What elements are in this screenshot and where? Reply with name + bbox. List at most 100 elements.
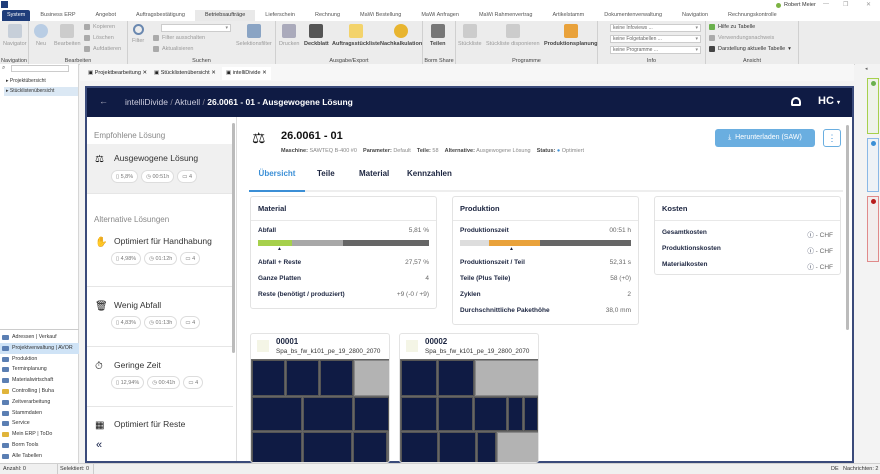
back-arrow-icon[interactable]: ←	[99, 96, 108, 106]
nav-produktion[interactable]: Produktion	[0, 354, 79, 365]
status-panel-green[interactable]	[867, 78, 879, 134]
close-icon[interactable]: ✕	[211, 70, 216, 76]
verwendungsnachweis-button[interactable]: Verwendungsnachweis	[709, 35, 774, 41]
user-name[interactable]: Robert Meier	[784, 2, 816, 8]
tree-item-stuecklistenuebersicht[interactable]: ▸ Stücklistenübersicht	[4, 87, 78, 96]
download-button[interactable]: ⤓ Herunterladen (SAW)	[715, 129, 815, 147]
folgetabellen-select[interactable]: keine Folgetabellen ...	[610, 35, 701, 43]
nav-materialwirtschaft[interactable]: Materialwirtschaft	[0, 375, 79, 386]
part[interactable]	[286, 360, 319, 396]
dashboard-icon[interactable]	[791, 97, 801, 106]
collapse-arrow-icon[interactable]: ◂	[865, 66, 868, 72]
tree-search-input[interactable]	[11, 65, 69, 72]
part[interactable]	[401, 360, 437, 396]
nav-projektverwaltung[interactable]: Projektverwaltung | AVOR	[0, 342, 79, 354]
part[interactable]	[524, 397, 538, 431]
tab-navigation[interactable]: Navigation	[672, 10, 718, 21]
breadcrumb-aktuell[interactable]: Aktuell	[175, 97, 201, 107]
part[interactable]	[438, 360, 474, 396]
tab-system[interactable]: System	[2, 10, 31, 21]
part[interactable]	[252, 432, 302, 462]
hilfe-zu-tabelle-button[interactable]: Hilfe zu Tabelle	[709, 24, 755, 30]
part[interactable]	[438, 397, 473, 431]
tab-uebersicht[interactable]: Übersicht	[249, 169, 305, 192]
tab-mawi-rahmenvertrag[interactable]: MaWi Rahmenvertrag	[469, 10, 543, 21]
part[interactable]	[401, 397, 437, 431]
nav-controlling[interactable]: Controlling | Buha	[0, 386, 79, 397]
tab-rechnungskontrolle[interactable]: Rechnungskontrolle	[718, 10, 787, 21]
offcut[interactable]	[497, 432, 538, 462]
nav-stammdaten[interactable]: Stammdaten	[0, 408, 79, 419]
teilen-button[interactable]: Teilen	[430, 24, 446, 47]
part[interactable]	[252, 360, 285, 396]
auftragsstueckliste-button[interactable]: Auftragsstückliste	[332, 24, 380, 47]
cutting-plan-card[interactable]: 00002 Spa_bs_fw_k101_pe_19_2800_2070	[399, 333, 539, 463]
infoviews-select[interactable]: keine Infoviews ...	[610, 24, 701, 32]
tab-auftragsbestaetigung[interactable]: Auftragsbestätigung	[126, 10, 195, 21]
info-icon[interactable]: ⓘ	[807, 264, 814, 271]
language-label[interactable]: DE	[831, 466, 839, 472]
tab-material[interactable]: Material	[359, 169, 389, 178]
more-options-button[interactable]: ⋮	[823, 129, 841, 147]
tab-betriebsauftraege[interactable]: Betriebsaufträge	[194, 10, 256, 21]
solution-ausgewogen[interactable]: ⚖ Ausgewogene Lösung ▯ 5,8% ◷ 00:51h ▭ 4	[87, 144, 233, 194]
part[interactable]	[474, 397, 507, 431]
info-icon[interactable]: ⓘ	[807, 248, 814, 255]
filter-button[interactable]: Filter	[132, 24, 144, 44]
stueckliste-button[interactable]: Stückliste	[458, 24, 482, 47]
collapse-icon[interactable]: «	[96, 439, 102, 451]
part[interactable]	[439, 432, 476, 462]
aktualisieren-button[interactable]: Aktualisieren	[153, 46, 194, 52]
close-button[interactable]: ✕	[866, 1, 871, 8]
filter-ausschalten-button[interactable]: Filter ausschalten	[153, 35, 205, 41]
close-icon[interactable]: ✕	[142, 70, 147, 76]
nav-borm-tools[interactable]: Borm Tools	[0, 440, 79, 451]
doc-tab-projektbearbeitung[interactable]: ▣ Projektbearbeitung ✕	[84, 67, 151, 80]
produktionsplanung-button[interactable]: Produktionsplanung	[544, 24, 597, 47]
solution-geringe-zeit[interactable]: ⏱ Geringe Zeit ▯ 12,94% ◷ 00:41h ▭ 4	[87, 347, 233, 407]
solution-wenig-abfall[interactable]: 🗑 Wenig Abfall ▯ 4,83% ◷ 01:13h ▭ 4	[87, 287, 233, 347]
nachkalkulation-button[interactable]: Nachkalkulation	[380, 24, 422, 47]
tab-kennzahlen[interactable]: Kennzahlen	[407, 169, 452, 178]
part[interactable]	[303, 432, 352, 462]
info-icon[interactable]: ⓘ	[807, 232, 814, 239]
nav-adressen[interactable]: Adressen | Verkauf	[0, 332, 79, 343]
nav-terminplanung[interactable]: Terminplanung	[0, 364, 79, 375]
filter-combo[interactable]	[161, 24, 231, 32]
stueckliste-disponieren-button[interactable]: Stückliste disponieren	[486, 24, 540, 47]
status-panel-red[interactable]	[867, 196, 879, 262]
maximize-button[interactable]: ❐	[843, 1, 848, 8]
aufdatieren-button[interactable]: Aufdatieren	[84, 46, 121, 52]
solution-reste[interactable]: ▦ Optimiert für Reste	[87, 407, 233, 437]
main-scrollbar[interactable]	[846, 125, 849, 330]
nav-alle-tabellen[interactable]: Alle Tabellen	[0, 451, 79, 462]
tab-teile[interactable]: Teile	[317, 169, 335, 178]
part[interactable]	[508, 397, 523, 431]
tab-lieferschein[interactable]: Lieferschein	[255, 10, 305, 21]
tab-rechnung[interactable]: Rechnung	[305, 10, 350, 21]
tab-dokumentenverwaltung[interactable]: Dokumentenverwaltung	[594, 10, 672, 21]
kopieren-button[interactable]: Kopieren	[84, 24, 115, 30]
part[interactable]	[354, 397, 389, 431]
neu-button[interactable]: Neu	[34, 24, 48, 47]
drucken-button[interactable]: Drucken	[279, 24, 299, 47]
part[interactable]	[252, 397, 302, 431]
minimize-button[interactable]: —	[823, 1, 829, 7]
status-panel-blue[interactable]	[867, 138, 879, 192]
part[interactable]	[353, 432, 387, 462]
nav-service[interactable]: Service	[0, 418, 79, 429]
part[interactable]	[477, 432, 496, 462]
cutting-plan-card[interactable]: 00001 Spa_bs_fw_k101_pe_19_2800_2070	[250, 333, 390, 463]
tree-item-projektuebersicht[interactable]: ▸ Projektübersicht	[4, 77, 78, 86]
breadcrumb-intellidivide[interactable]: intelliDivide	[125, 97, 168, 107]
part[interactable]	[401, 432, 438, 462]
darstellung-button[interactable]: Darstellung aktuelle Tabelle ▾	[709, 46, 791, 52]
deckblatt-button[interactable]: Deckblatt	[304, 24, 329, 47]
messages-label[interactable]: Nachrichten: 2	[843, 466, 878, 472]
tab-mawi-bestellung[interactable]: MaWi Bestellung	[350, 10, 411, 21]
nav-mein-erp[interactable]: Mein ERP | ToDo	[0, 429, 79, 440]
side-scrollbar[interactable]	[232, 123, 235, 353]
tab-business-erp[interactable]: Business ERP	[30, 10, 85, 21]
doc-tab-stuecklistenuebersicht[interactable]: ▣ Stücklistenübersicht ✕	[150, 67, 220, 80]
bearbeiten-button[interactable]: Bearbeiten	[54, 24, 81, 47]
